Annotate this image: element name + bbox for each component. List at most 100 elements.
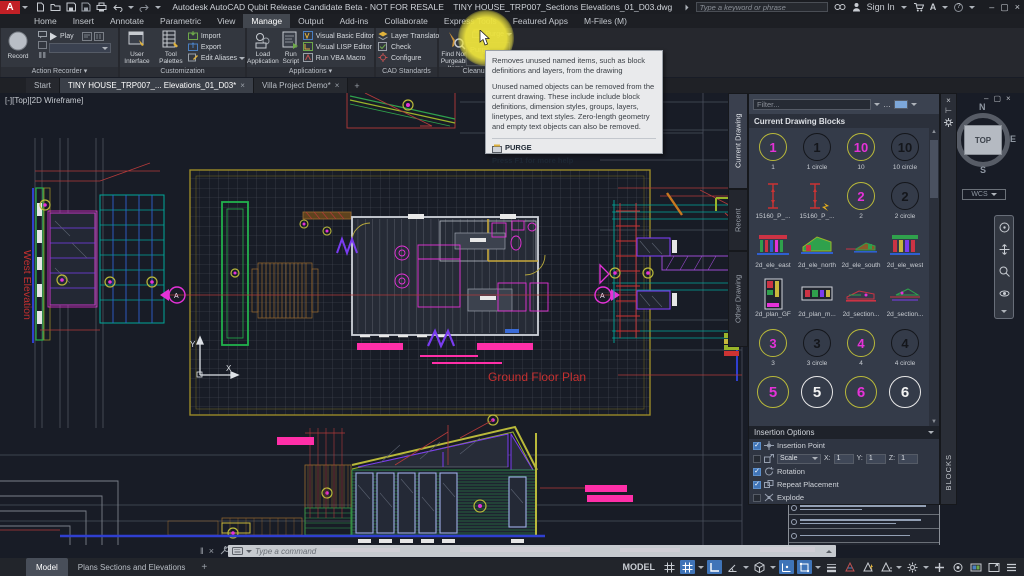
tab-manage[interactable]: Manage — [243, 14, 290, 28]
block-item[interactable]: 5 — [751, 375, 795, 421]
file-tab-doc2-close-icon[interactable]: × — [335, 81, 340, 90]
import-button[interactable]: Import — [188, 31, 245, 41]
insertion-options-header[interactable]: Insertion Options — [749, 426, 939, 439]
explode-checkbox[interactable] — [753, 494, 761, 502]
action-macro-combo[interactable] — [49, 43, 111, 53]
annotation-visibility-toggle[interactable] — [842, 560, 857, 574]
block-item[interactable]: 6 — [839, 375, 883, 421]
customization-button[interactable] — [932, 560, 947, 574]
isodraft-toggle[interactable] — [752, 560, 767, 574]
save-as-icon[interactable] — [81, 2, 91, 12]
repeat-placement-option[interactable]: ✓ Repeat Placement — [749, 478, 939, 491]
panel-label-action-recorder[interactable]: Action Recorder ▾ — [1, 67, 118, 77]
pan-icon[interactable] — [999, 244, 1010, 255]
layer-translator-button[interactable]: Layer Translator — [378, 31, 442, 41]
viewport-controls-label[interactable]: [-][Top][2D Wireframe] — [5, 96, 83, 105]
insertion-point-checkbox[interactable]: ✓ — [753, 442, 761, 450]
app-caret-icon[interactable] — [942, 6, 948, 9]
scrollbar-thumb[interactable] — [930, 140, 938, 198]
edit-aliases-button[interactable]: Edit Aliases — [188, 53, 245, 63]
visual-lisp-editor-button[interactable]: Visual LISP Editor — [303, 42, 374, 52]
clean-screen-button[interactable] — [986, 560, 1001, 574]
undo-icon[interactable] — [112, 3, 123, 12]
command-input[interactable] — [255, 547, 823, 556]
palette-properties-gear-icon[interactable] — [944, 118, 953, 127]
search-input[interactable] — [696, 2, 828, 12]
orbit-icon[interactable] — [999, 288, 1010, 299]
block-item[interactable]: 11 circle — [795, 130, 839, 176]
block-item[interactable]: 5 — [795, 375, 839, 421]
scale-x-field[interactable] — [834, 454, 854, 464]
command-close-icon[interactable]: × — [209, 546, 214, 556]
file-tab-doc1-close-icon[interactable]: × — [240, 81, 245, 90]
user-icon[interactable] — [852, 2, 861, 12]
close-button[interactable]: × — [1015, 2, 1020, 12]
load-application-button[interactable]: Load Application — [247, 28, 279, 65]
navigation-bar[interactable] — [994, 215, 1014, 319]
preference-icon[interactable] — [94, 32, 104, 41]
block-item[interactable]: 22 circle — [883, 179, 927, 225]
tab-home[interactable]: Home — [26, 14, 65, 28]
block-item[interactable]: 2d_ele_west — [883, 228, 927, 274]
explode-option[interactable]: Explode — [749, 491, 939, 504]
new-file-icon[interactable] — [36, 2, 45, 12]
scroll-up-icon[interactable]: ▲ — [931, 129, 937, 135]
scale-option[interactable]: Scale X: Y: Z: — [749, 452, 939, 465]
block-item[interactable]: 2d_ele_east — [751, 228, 795, 274]
block-filter-input[interactable] — [753, 99, 871, 110]
sign-in-button[interactable]: Sign In — [867, 2, 895, 12]
file-tab-doc2[interactable]: Villa Project Demo* × — [254, 78, 348, 93]
object-snap-caret-icon[interactable] — [815, 566, 821, 569]
tab-add-ins[interactable]: Add-ins — [332, 14, 377, 28]
scale-checkbox[interactable] — [753, 455, 761, 463]
message-icon[interactable] — [38, 31, 47, 39]
export-button[interactable]: Export — [188, 42, 245, 52]
filter-caret-icon[interactable] — [874, 103, 880, 106]
block-item[interactable]: 2d_plan_GF — [751, 277, 795, 323]
polar-caret-icon[interactable] — [743, 566, 749, 569]
palette-tab-recent[interactable]: Recent — [728, 189, 748, 251]
tab-m-files[interactable]: M-Files (M) — [576, 14, 635, 28]
workspace-caret-icon[interactable] — [923, 566, 929, 569]
grid-display-toggle[interactable] — [662, 560, 677, 574]
open-file-icon[interactable] — [50, 2, 61, 12]
palette-close-icon[interactable]: × — [946, 96, 951, 106]
file-tab-start[interactable]: Start — [26, 78, 60, 93]
redo-icon[interactable] — [139, 3, 150, 12]
panel-label-cad-standards[interactable]: CAD Standards — [376, 67, 437, 77]
isolate-objects-button[interactable] — [950, 560, 965, 574]
tab-output[interactable]: Output — [290, 14, 332, 28]
scale-y-field[interactable] — [866, 454, 886, 464]
pause-icon[interactable] — [38, 51, 47, 59]
viewcube-top-face[interactable]: TOP — [964, 125, 1002, 155]
rotation-option[interactable]: ✓ Rotation — [749, 465, 939, 478]
block-item[interactable]: 2d_section... — [839, 277, 883, 323]
command-dock-grip-icon[interactable]: ‖ — [200, 546, 204, 556]
command-line[interactable] — [228, 545, 836, 557]
rotation-checkbox[interactable]: ✓ — [753, 468, 761, 476]
block-item[interactable]: 33 — [751, 326, 795, 372]
panel-label-applications[interactable]: Applications ▾ — [247, 67, 374, 77]
tab-featured-apps[interactable]: Featured Apps — [505, 14, 576, 28]
isodraft-caret-icon[interactable] — [770, 566, 776, 569]
palette-vertical-title[interactable]: BLOCKS — [944, 454, 953, 490]
block-item[interactable]: 15160_P_... — [751, 179, 795, 225]
autodesk-app-icon[interactable]: A — [930, 2, 937, 12]
run-script-button[interactable]: Run Script — [279, 28, 303, 65]
block-item[interactable]: 44 — [839, 326, 883, 372]
tab-annotate[interactable]: Annotate — [102, 14, 152, 28]
block-item[interactable]: 2d_plan_m... — [795, 277, 839, 323]
graphics-performance-button[interactable] — [968, 560, 983, 574]
layout-add-button[interactable]: + — [195, 562, 213, 573]
layout-tab-plans-sections[interactable]: Plans Sections and Elevations — [68, 558, 196, 576]
snap-mode-toggle[interactable] — [680, 560, 695, 574]
block-item[interactable]: 1010 circle — [883, 130, 927, 176]
block-item[interactable]: 15160_P_... — [795, 179, 839, 225]
app-store-cart-icon[interactable] — [913, 2, 924, 12]
autocad-logo-icon[interactable]: A — [0, 1, 20, 14]
app-menu-caret-icon[interactable] — [22, 6, 28, 9]
file-tab-doc1[interactable]: TINY HOUSE_TRP007_... Elevations_01_D03*… — [60, 78, 254, 93]
tool-palettes-button[interactable]: Tool Palettes — [154, 28, 188, 65]
block-item[interactable]: 1010 — [839, 130, 883, 176]
block-item[interactable]: 22 — [839, 179, 883, 225]
